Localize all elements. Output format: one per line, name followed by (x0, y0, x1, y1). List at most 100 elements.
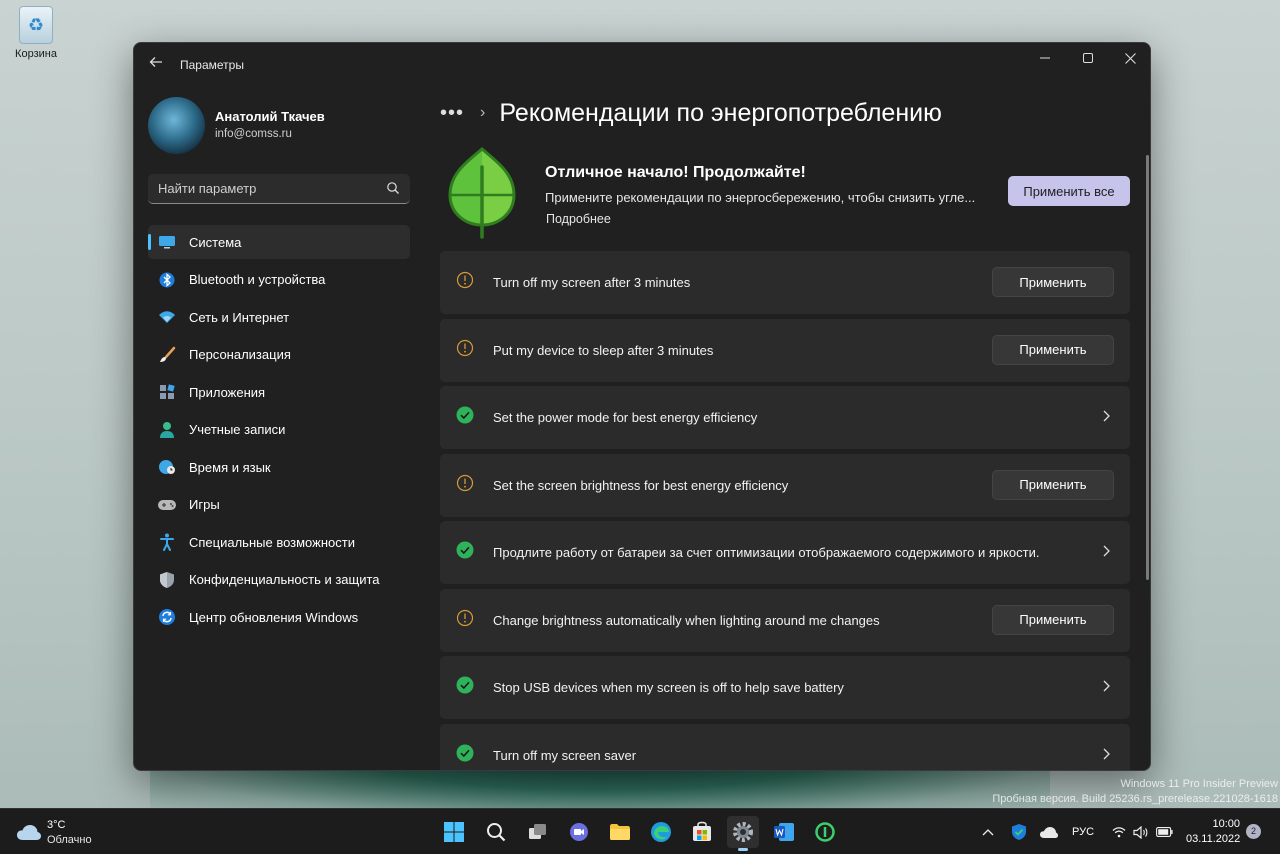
clock-time[interactable]: 10:00 (1195, 818, 1240, 830)
leaf-icon (448, 147, 516, 239)
apply-all-button[interactable]: Применить все (1008, 176, 1130, 206)
chevron-right-icon[interactable] (1100, 408, 1112, 424)
chevron-right-icon: › (480, 104, 486, 121)
user-name: Анатолий Ткачев (215, 109, 325, 124)
recommendation-row: Change brightness automatically when lig… (440, 588, 1130, 652)
recommendation-label: Turn off my screen after 3 minutes (493, 275, 691, 290)
settings-window: Параметры Анатолий Ткачев info@comss.ru … (133, 42, 1151, 771)
sidebar-item-label: Центр обновления Windows (189, 609, 359, 625)
apply-button[interactable]: Применить (992, 267, 1114, 297)
sidebar-item-apps[interactable]: Приложения (148, 375, 410, 409)
sidebar-item-label: Игры (189, 497, 220, 512)
recycle-bin-icon: ♻ (19, 6, 53, 44)
defender-tray[interactable] (1008, 809, 1030, 854)
accessibility-icon (157, 532, 177, 552)
edge-button[interactable] (645, 816, 677, 848)
chevron-up-icon (982, 829, 994, 836)
apply-button[interactable]: Применить (992, 334, 1114, 365)
recommendation-row[interactable]: Set the power mode for best energy effic… (440, 386, 1130, 449)
sidebar-item-windows-update[interactable]: Центр обновления Windows (148, 600, 410, 634)
bluetooth-icon (157, 270, 177, 290)
word-button[interactable] (768, 816, 800, 848)
weather-temperature: 3°C (47, 819, 66, 831)
checkmark-circle-icon (456, 744, 474, 761)
chat-icon (570, 823, 588, 841)
sidebar-item-accessibility[interactable]: Специальные возможности (148, 525, 410, 559)
taskbar: 3°C Облачно РУС 10:00 03.11.2022 2 (0, 808, 1280, 854)
recommendation-label: Set the screen brightness for best energ… (493, 477, 789, 493)
recommendation-row[interactable]: Продлите работу от батареи за счет оптим… (440, 521, 1130, 584)
taskbar-search-button[interactable] (480, 816, 512, 848)
gear-icon (733, 822, 753, 842)
person-icon (157, 420, 177, 440)
network-tray[interactable] (1110, 809, 1128, 854)
task-view-button[interactable] (522, 816, 554, 848)
sidebar-item-network[interactable]: Сеть и Интернет (148, 300, 410, 334)
shield-icon (157, 570, 177, 590)
warning-icon (456, 271, 474, 289)
sidebar-item-label: Сеть и Интернет (189, 309, 290, 325)
close-button[interactable] (1108, 43, 1150, 73)
sidebar-item-time-language[interactable]: Время и язык (148, 450, 410, 484)
store-button[interactable] (686, 816, 718, 848)
input-language[interactable]: РУС (1068, 809, 1098, 854)
gamepad-icon (157, 495, 177, 515)
page-title: Рекомендации по энергопотреблению (499, 98, 942, 127)
start-button[interactable] (438, 816, 470, 848)
breadcrumb-more-button[interactable]: ••• (440, 102, 464, 125)
energy-summary-card: Отличное начало! Продолжайте! Примените … (440, 143, 1130, 243)
recommendation-row[interactable]: Turn off my screen saver (440, 723, 1130, 770)
maximize-button[interactable] (1066, 43, 1110, 73)
sidebar-item-system[interactable]: Система (148, 225, 410, 259)
show-hidden-icons-button[interactable] (978, 809, 998, 854)
recommendation-label: Stop USB devices when my screen is off t… (493, 680, 844, 695)
recommendation-label: Turn off my screen saver (493, 747, 637, 763)
chevron-right-icon[interactable] (1100, 746, 1112, 762)
checkmark-circle-icon (456, 541, 474, 559)
file-explorer-button[interactable] (604, 816, 636, 848)
shield-check-icon (1012, 824, 1026, 840)
sidebar-item-gaming[interactable]: Игры (148, 488, 410, 522)
chat-button[interactable] (563, 816, 595, 848)
checkmark-circle-icon (456, 676, 474, 694)
sidebar-item-label: Время и язык (189, 459, 271, 475)
minimize-button[interactable] (1023, 43, 1067, 73)
close-icon (1124, 52, 1136, 64)
battery-tray[interactable] (1154, 809, 1174, 854)
app-title: Параметры (180, 58, 244, 72)
onedrive-cloud-icon (1040, 826, 1058, 838)
search-icon[interactable] (386, 181, 400, 195)
avatar (148, 97, 205, 154)
search-icon (487, 823, 506, 842)
clock-date[interactable]: 03.11.2022 (1186, 833, 1240, 845)
scrollbar[interactable] (1146, 155, 1149, 580)
pinned-app-button[interactable] (809, 816, 841, 848)
learn-more-link[interactable]: Подробнее (546, 212, 611, 226)
chevron-right-icon[interactable] (1100, 678, 1112, 694)
windows-logo-icon (444, 822, 464, 842)
onedrive-tray[interactable] (1037, 809, 1061, 854)
recommendation-label: Put my device to sleep after 3 minutes (493, 342, 714, 358)
recycle-bin[interactable]: ♻ Корзина (10, 6, 62, 60)
app-icon (815, 822, 835, 842)
sidebar-item-bluetooth[interactable]: Bluetooth и устройства (148, 263, 410, 297)
warning-icon (456, 474, 474, 491)
sidebar-item-personalization[interactable]: Персонализация (148, 338, 410, 372)
back-button[interactable] (146, 55, 166, 75)
recommendation-row[interactable]: Stop USB devices when my screen is off t… (440, 656, 1130, 719)
chevron-right-icon[interactable] (1100, 543, 1112, 559)
search-input[interactable] (148, 174, 378, 202)
battery-icon (1155, 827, 1173, 837)
recommendation-label: Продлите работу от батареи за счет оптим… (493, 545, 1040, 560)
update-icon (157, 607, 177, 627)
sidebar-item-privacy[interactable]: Конфиденциальность и защита (148, 563, 410, 597)
settings-button[interactable] (727, 816, 759, 851)
sidebar-item-accounts[interactable]: Учетные записи (148, 413, 410, 447)
apply-button[interactable]: Применить (992, 469, 1114, 500)
notification-badge[interactable]: 2 (1246, 824, 1261, 839)
maximize-icon (1083, 53, 1093, 63)
build-watermark-title: Windows 11 Pro Insider Preview (1120, 778, 1278, 790)
volume-tray[interactable] (1131, 809, 1149, 854)
folder-icon (610, 824, 630, 840)
apply-button[interactable]: Применить (992, 604, 1114, 635)
